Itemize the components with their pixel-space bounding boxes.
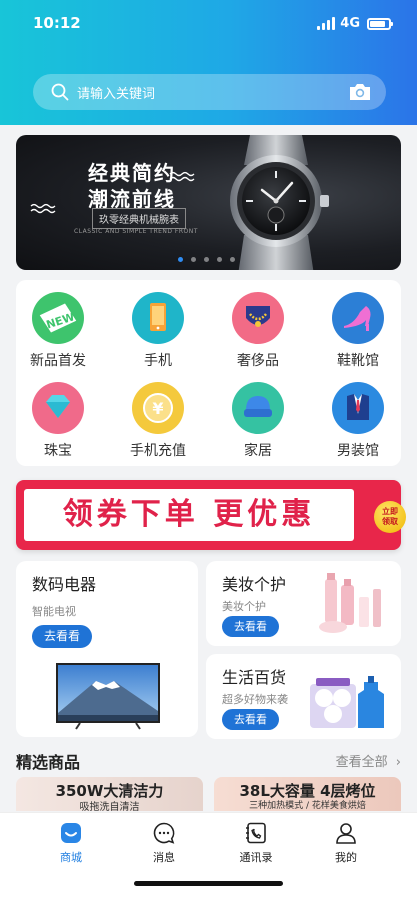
category-label: 珠宝	[44, 443, 72, 459]
svg-text:¥: ¥	[152, 399, 163, 418]
tab-messages[interactable]: 消息	[124, 821, 204, 865]
pagination-dot[interactable]	[191, 257, 196, 262]
signal-icon	[317, 17, 336, 30]
coin-yen-icon: ¥	[132, 382, 184, 434]
featured-header: 精选商品 查看全部 ›	[16, 749, 401, 772]
card-desc: 美妆个护	[222, 600, 266, 613]
promo-sub: 三种加热模式 / 花样美食烘焙	[249, 801, 366, 811]
category-phones[interactable]: 手机	[113, 292, 203, 370]
battery-icon	[367, 17, 393, 30]
tab-label: 商城	[60, 851, 82, 864]
category-label: 手机	[144, 353, 172, 369]
tab-label: 消息	[153, 851, 175, 864]
banner-subtitle: 玖零经典机械腕表	[92, 208, 186, 229]
category-home[interactable]: 家居	[213, 382, 303, 460]
pagination-dot[interactable]	[178, 257, 183, 262]
card-desc: 智能电视	[32, 605, 76, 618]
category-label: 男装馆	[337, 443, 379, 459]
category-label: 奢侈品	[237, 353, 279, 369]
card-title: 生活百货	[222, 668, 287, 687]
category-luxury[interactable]: 奢侈品	[213, 292, 303, 370]
category-new-arrivals[interactable]: NEW 新品首发	[13, 292, 103, 370]
category-label: 新品首发	[30, 353, 86, 369]
search-bar[interactable]: 请输入关键词	[33, 74, 386, 110]
network-type: 4G	[340, 16, 360, 31]
tab-label: 我的	[335, 851, 357, 864]
claim-coupon-button[interactable]: 立即 领取	[374, 501, 406, 533]
view-beauty-button[interactable]: 去看看	[222, 616, 279, 637]
new-badge-icon: NEW	[32, 292, 84, 344]
cosmetics-image	[319, 573, 381, 633]
tab-profile[interactable]: 我的	[306, 821, 386, 865]
promo-banner[interactable]: 经典简约 潮流前线 玖零经典机械腕表 CLASSIC AND SIMPLE TR…	[16, 135, 401, 270]
view-all-label: 查看全部	[335, 755, 388, 770]
watch-image	[230, 135, 329, 270]
status-indicators: 4G	[317, 16, 393, 31]
pagination-dot[interactable]	[217, 257, 222, 262]
category-label: 鞋靴馆	[337, 353, 379, 369]
view-digital-button[interactable]: 去看看	[32, 625, 93, 648]
promo-sub: 吸拖洗自清洁	[79, 802, 140, 811]
card-title: 美妆个护	[222, 575, 287, 594]
category-label: 手机充值	[130, 443, 186, 459]
view-living-button[interactable]: 去看看	[222, 709, 279, 730]
coupon-ticket: 领券下单 更优惠	[24, 489, 354, 541]
card-beauty[interactable]: 美妆个护 美妆个护 去看看	[206, 561, 401, 646]
tab-label: 通讯录	[239, 851, 273, 864]
featured-title: 精选商品	[16, 753, 81, 772]
necklace-icon	[232, 292, 284, 344]
household-image	[310, 676, 384, 728]
card-digital[interactable]: 数码电器 智能电视 去看看	[16, 561, 198, 737]
home-indicator[interactable]	[134, 881, 283, 886]
coupon-banner[interactable]: 领券下单 更优惠 立即 领取	[16, 480, 406, 550]
camera-icon[interactable]	[348, 82, 372, 102]
promo-vacuum[interactable]: 350W大清洁力 吸拖洗自清洁	[16, 777, 203, 811]
contacts-icon	[246, 822, 266, 844]
category-grid: NEW 新品首发 手机 奢侈品 鞋靴馆 珠宝 ¥ 手机充值 家居 男装馆	[16, 280, 401, 466]
promo-oven[interactable]: 38L大容量 4层烤位 三种加热模式 / 花样美食烘焙	[214, 777, 401, 811]
claim-label-1: 立即	[382, 507, 398, 516]
chevron-right-icon: ›	[395, 755, 401, 770]
tv-image	[56, 663, 160, 730]
high-heel-icon	[332, 292, 384, 344]
view-all-link[interactable]: 查看全部 ›	[336, 751, 401, 770]
sofa-icon	[232, 382, 284, 434]
suit-icon	[332, 382, 384, 434]
category-phone-recharge[interactable]: ¥ 手机充值	[113, 382, 203, 460]
bottom-tab-bar: 商城 消息 通讯录 我的	[0, 812, 417, 902]
coupon-text: 领券下单 更优惠	[62, 497, 316, 532]
banner-english: CLASSIC AND SIMPLE TREND FRONT	[74, 228, 198, 235]
category-jewelry[interactable]: 珠宝	[13, 382, 103, 460]
category-menswear[interactable]: 男装馆	[313, 382, 403, 460]
card-desc: 超多好物来袭	[222, 693, 288, 706]
pagination-dot[interactable]	[230, 257, 235, 262]
header: 10:12 4G 请输入关键词	[0, 0, 417, 125]
banner-headline-1: 经典简约	[88, 161, 176, 185]
shop-icon	[61, 823, 81, 843]
banner-pagination[interactable]	[178, 257, 235, 262]
claim-label-2: 领取	[382, 517, 398, 526]
pagination-dot[interactable]	[204, 257, 209, 262]
tab-shop[interactable]: 商城	[31, 821, 111, 865]
status-bar: 10:12 4G	[0, 14, 417, 34]
card-title: 数码电器	[32, 575, 97, 594]
profile-icon	[336, 823, 356, 844]
category-label: 家居	[244, 443, 272, 459]
phone-icon	[132, 292, 184, 344]
card-living[interactable]: 生活百货 超多好物来袭 去看看	[206, 654, 401, 739]
diamond-icon	[32, 382, 84, 434]
tab-contacts[interactable]: 通讯录	[216, 821, 296, 865]
category-shoes[interactable]: 鞋靴馆	[313, 292, 403, 370]
wave-decoration-icon	[30, 203, 56, 214]
message-icon	[153, 822, 175, 844]
status-time: 10:12	[33, 14, 81, 32]
